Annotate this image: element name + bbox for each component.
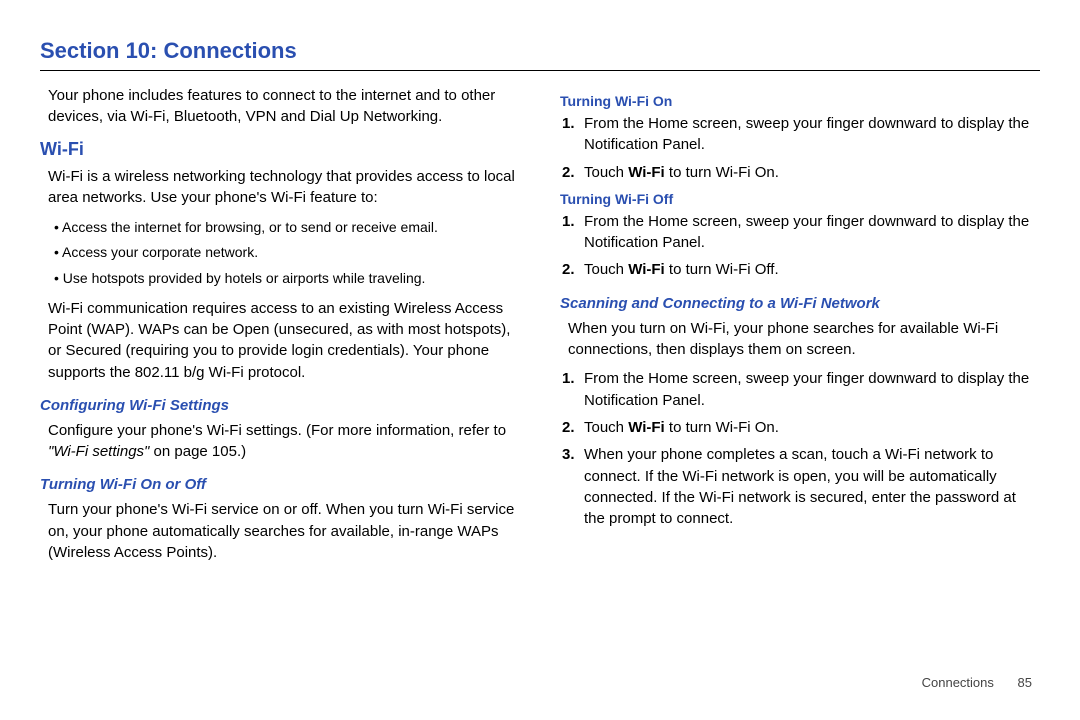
text: on page 105.): [149, 443, 246, 460]
right-column: Turning Wi-Fi On 1.From the Home screen,…: [560, 85, 1040, 571]
wifi-feature-list: Access the internet for browsing, or to …: [40, 217, 520, 290]
turning-onoff-paragraph: Turn your phone's Wi-Fi service on or of…: [40, 499, 520, 563]
wifi-wap-paragraph: Wi-Fi communication requires access to a…: [40, 298, 520, 383]
turning-off-heading: Turning Wi-Fi Off: [560, 191, 1040, 207]
configuring-paragraph: Configure your phone's Wi-Fi settings. (…: [40, 420, 520, 463]
cross-reference: "Wi-Fi settings": [48, 443, 149, 460]
text: Configure your phone's Wi-Fi settings. (…: [48, 422, 506, 439]
list-item: Access the internet for browsing, or to …: [54, 217, 520, 239]
two-column-layout: Your phone includes features to connect …: [40, 85, 1040, 571]
list-item: 3.When your phone completes a scan, touc…: [584, 444, 1040, 529]
left-column: Your phone includes features to connect …: [40, 85, 520, 571]
page-number: 85: [1018, 675, 1032, 690]
section-title: Section 10: Connections: [40, 38, 1040, 71]
scanning-paragraph: When you turn on Wi-Fi, your phone searc…: [560, 318, 1040, 361]
turning-on-steps: 1.From the Home screen, sweep your finge…: [560, 113, 1040, 183]
list-item: 1.From the Home screen, sweep your finge…: [584, 211, 1040, 254]
scanning-heading: Scanning and Connecting to a Wi-Fi Netwo…: [560, 295, 1040, 312]
wifi-description: Wi-Fi is a wireless networking technolog…: [40, 166, 520, 209]
list-item: Use hotspots provided by hotels or airpo…: [54, 268, 520, 290]
list-item: 1.From the Home screen, sweep your finge…: [584, 113, 1040, 156]
turning-onoff-heading: Turning Wi-Fi On or Off: [40, 476, 520, 493]
list-item: 2.Touch Wi-Fi to turn Wi-Fi On.: [584, 417, 1040, 438]
list-item: Access your corporate network.: [54, 242, 520, 264]
scanning-steps: 1.From the Home screen, sweep your finge…: [560, 368, 1040, 529]
turning-off-steps: 1.From the Home screen, sweep your finge…: [560, 211, 1040, 281]
footer-section: Connections: [922, 675, 994, 690]
list-item: 2.Touch Wi-Fi to turn Wi-Fi On.: [584, 162, 1040, 183]
list-item: 2.Touch Wi-Fi to turn Wi-Fi Off.: [584, 259, 1040, 280]
wifi-heading: Wi-Fi: [40, 139, 520, 160]
intro-paragraph: Your phone includes features to connect …: [40, 85, 520, 127]
page-footer: Connections 85: [922, 675, 1032, 690]
list-item: 1.From the Home screen, sweep your finge…: [584, 368, 1040, 411]
turning-on-heading: Turning Wi-Fi On: [560, 93, 1040, 109]
configuring-heading: Configuring Wi-Fi Settings: [40, 397, 520, 414]
